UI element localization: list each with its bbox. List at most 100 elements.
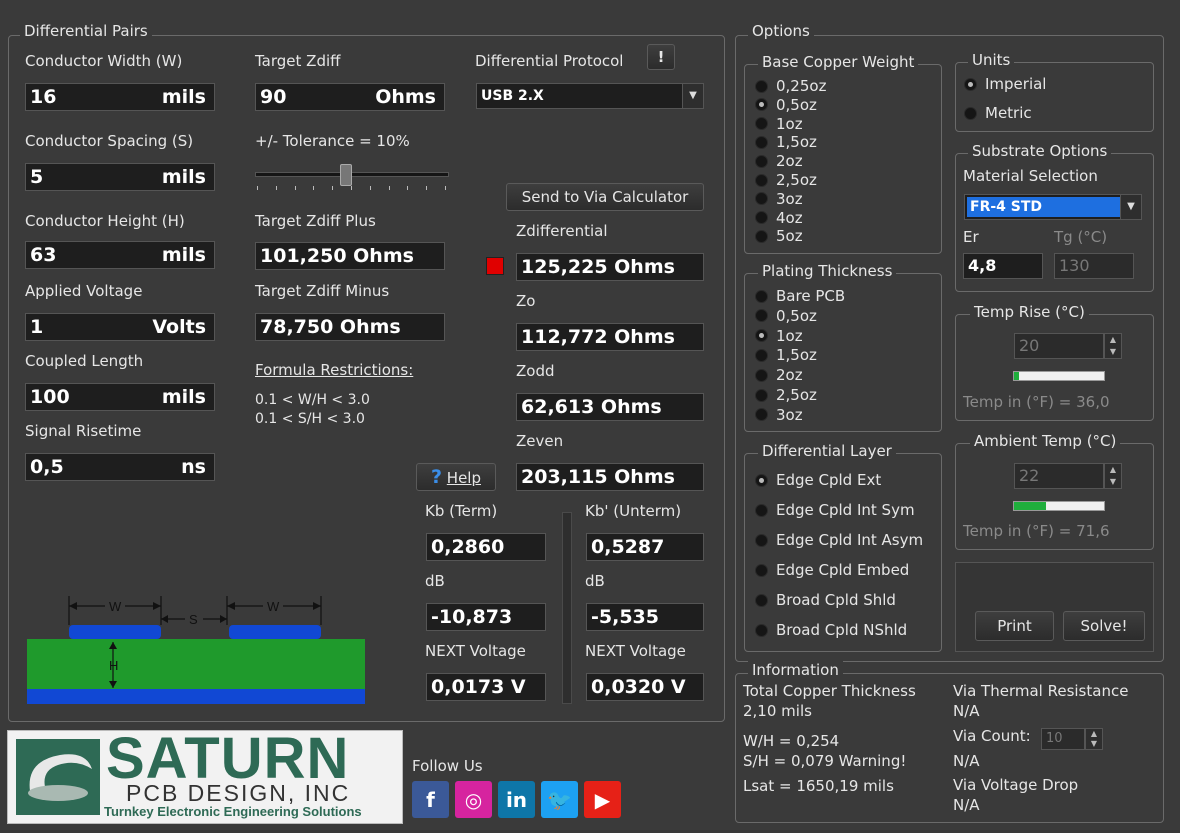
radio-button[interactable] — [755, 563, 768, 577]
formula-restrictions-link[interactable]: Formula Restrictions: — [255, 361, 413, 379]
radio-button[interactable] — [755, 79, 768, 93]
temp-rise-title: Temp Rise (°C) — [970, 303, 1089, 321]
saturn-pcb-logo[interactable]: SATURN PCB DESIGN, INC Turnkey Electroni… — [7, 730, 403, 824]
er-input[interactable]: 4,8 — [963, 253, 1043, 279]
dielectric-layer — [27, 639, 365, 689]
plating-option[interactable]: 0,5oz — [755, 307, 817, 325]
plating-option[interactable]: 2,5oz — [755, 386, 817, 404]
up-arrow-icon[interactable]: ▲ — [1086, 729, 1102, 739]
restriction-sh: 0.1 < S/H < 3.0 — [255, 411, 365, 427]
differential-layer-option[interactable]: Edge Cpld Ext — [755, 471, 881, 489]
up-arrow-icon[interactable]: ▲ — [1105, 334, 1121, 346]
radio-button[interactable] — [755, 289, 768, 303]
youtube-icon[interactable]: ▶ — [584, 781, 621, 818]
up-arrow-icon[interactable]: ▲ — [1105, 464, 1121, 476]
base-copper-option[interactable]: 5oz — [755, 227, 803, 245]
tolerance-label: +/- Tolerance = 10% — [255, 132, 410, 150]
plating-option[interactable]: 2oz — [755, 366, 803, 384]
target-zdiff-plus-value: 101,250 Ohms — [255, 242, 445, 270]
base-copper-option[interactable]: 4oz — [755, 209, 803, 227]
radio-button[interactable] — [755, 98, 768, 112]
zdifferential-status-indicator — [486, 257, 504, 275]
signal-risetime-input[interactable]: 0,5 ns — [25, 453, 215, 481]
material-selection-label: Material Selection — [963, 167, 1098, 185]
kb-unterm-db-label: dB — [585, 572, 605, 590]
base-copper-option[interactable]: 1,5oz — [755, 133, 817, 151]
radio-button[interactable] — [755, 348, 768, 362]
radio-button[interactable] — [755, 388, 768, 402]
conductor-width-input[interactable]: 16 mils — [25, 83, 215, 111]
send-to-via-calculator-button[interactable]: Send to Via Calculator — [506, 183, 704, 211]
chevron-down-icon[interactable]: ▼ — [1120, 195, 1141, 219]
instagram-icon[interactable]: ◎ — [455, 781, 492, 818]
base-copper-option[interactable]: 1oz — [755, 115, 803, 133]
differential-pairs-title: Differential Pairs — [20, 22, 152, 40]
down-arrow-icon[interactable]: ▼ — [1105, 476, 1121, 488]
radio-button[interactable] — [755, 135, 768, 149]
temp-rise-level-fill — [1014, 372, 1019, 380]
ambient-temp-spinner[interactable]: ▲ ▼ — [1104, 463, 1122, 489]
linkedin-icon[interactable]: in — [498, 781, 535, 818]
units-option[interactable]: Imperial — [964, 75, 1046, 93]
radio-button[interactable] — [755, 309, 768, 323]
protocol-select[interactable]: USB 2.X ▼ — [476, 83, 704, 109]
down-arrow-icon[interactable]: ▼ — [1086, 739, 1102, 749]
differential-layer-option[interactable]: Broad Cpld Shld — [755, 591, 896, 609]
base-copper-option[interactable]: 2oz — [755, 152, 803, 170]
slider-thumb[interactable] — [340, 164, 352, 186]
down-arrow-icon[interactable]: ▼ — [1105, 346, 1121, 358]
radio-button[interactable] — [755, 192, 768, 206]
radio-button[interactable] — [755, 503, 768, 517]
twitter-icon[interactable]: 🐦 — [541, 781, 578, 818]
print-button[interactable]: Print — [975, 611, 1054, 641]
radio-button[interactable] — [755, 211, 768, 225]
base-copper-option[interactable]: 0,25oz — [755, 77, 826, 95]
temp-rise-spinner[interactable]: ▲ ▼ — [1104, 333, 1122, 359]
plating-option[interactable]: 3oz — [755, 406, 803, 424]
target-zdiff-input[interactable]: 90 Ohms — [255, 83, 445, 111]
differential-layer-option[interactable]: Edge Cpld Embed — [755, 561, 909, 579]
plating-option-label: Bare PCB — [776, 287, 846, 305]
options-title: Options — [748, 22, 814, 40]
radio-button[interactable] — [964, 106, 977, 120]
units-option[interactable]: Metric — [964, 104, 1032, 122]
radio-button[interactable] — [755, 473, 768, 487]
differential-layer-option[interactable]: Broad Cpld NShld — [755, 621, 907, 639]
zo-value: 112,772 Ohms — [516, 323, 704, 351]
radio-button[interactable] — [755, 368, 768, 382]
radio-button[interactable] — [755, 533, 768, 547]
differential-layer-option[interactable]: Edge Cpld Int Asym — [755, 531, 923, 549]
protocol-info-button[interactable]: ! — [647, 44, 675, 70]
radio-button[interactable] — [755, 229, 768, 243]
zdifferential-value: 125,225 Ohms — [516, 253, 704, 281]
facebook-icon[interactable]: f — [412, 781, 449, 818]
radio-button[interactable] — [755, 593, 768, 607]
via-count-spinner[interactable]: ▲ ▼ — [1085, 728, 1103, 750]
base-copper-option-label: 1oz — [776, 114, 803, 133]
plating-option[interactable]: 1oz — [755, 327, 803, 345]
conductor-spacing-input[interactable]: 5 mils — [25, 163, 215, 191]
help-button[interactable]: ? Help — [416, 463, 496, 491]
coupled-length-input[interactable]: 100 mils — [25, 383, 215, 411]
applied-voltage-input[interactable]: 1 Volts — [25, 313, 215, 341]
tolerance-slider[interactable] — [255, 162, 449, 192]
plating-option-label: 1oz — [776, 326, 803, 345]
base-copper-option[interactable]: 3oz — [755, 190, 803, 208]
material-select[interactable]: FR-4 STD ▼ — [964, 194, 1142, 220]
differential-layer-option-label: Edge Cpld Embed — [776, 561, 910, 579]
radio-button[interactable] — [755, 623, 768, 637]
plating-option[interactable]: Bare PCB — [755, 287, 845, 305]
solve-button[interactable]: Solve! — [1063, 611, 1145, 641]
radio-button[interactable] — [755, 408, 768, 422]
conductor-height-input[interactable]: 63 mils — [25, 241, 215, 269]
radio-button[interactable] — [964, 77, 977, 91]
radio-button[interactable] — [755, 173, 768, 187]
plating-option[interactable]: 1,5oz — [755, 346, 817, 364]
radio-button[interactable] — [755, 154, 768, 168]
chevron-down-icon[interactable]: ▼ — [682, 84, 703, 108]
differential-layer-option[interactable]: Edge Cpld Int Sym — [755, 501, 915, 519]
base-copper-option[interactable]: 0,5oz — [755, 96, 817, 114]
base-copper-option[interactable]: 2,5oz — [755, 171, 817, 189]
radio-button[interactable] — [755, 329, 768, 343]
radio-button[interactable] — [755, 117, 768, 131]
